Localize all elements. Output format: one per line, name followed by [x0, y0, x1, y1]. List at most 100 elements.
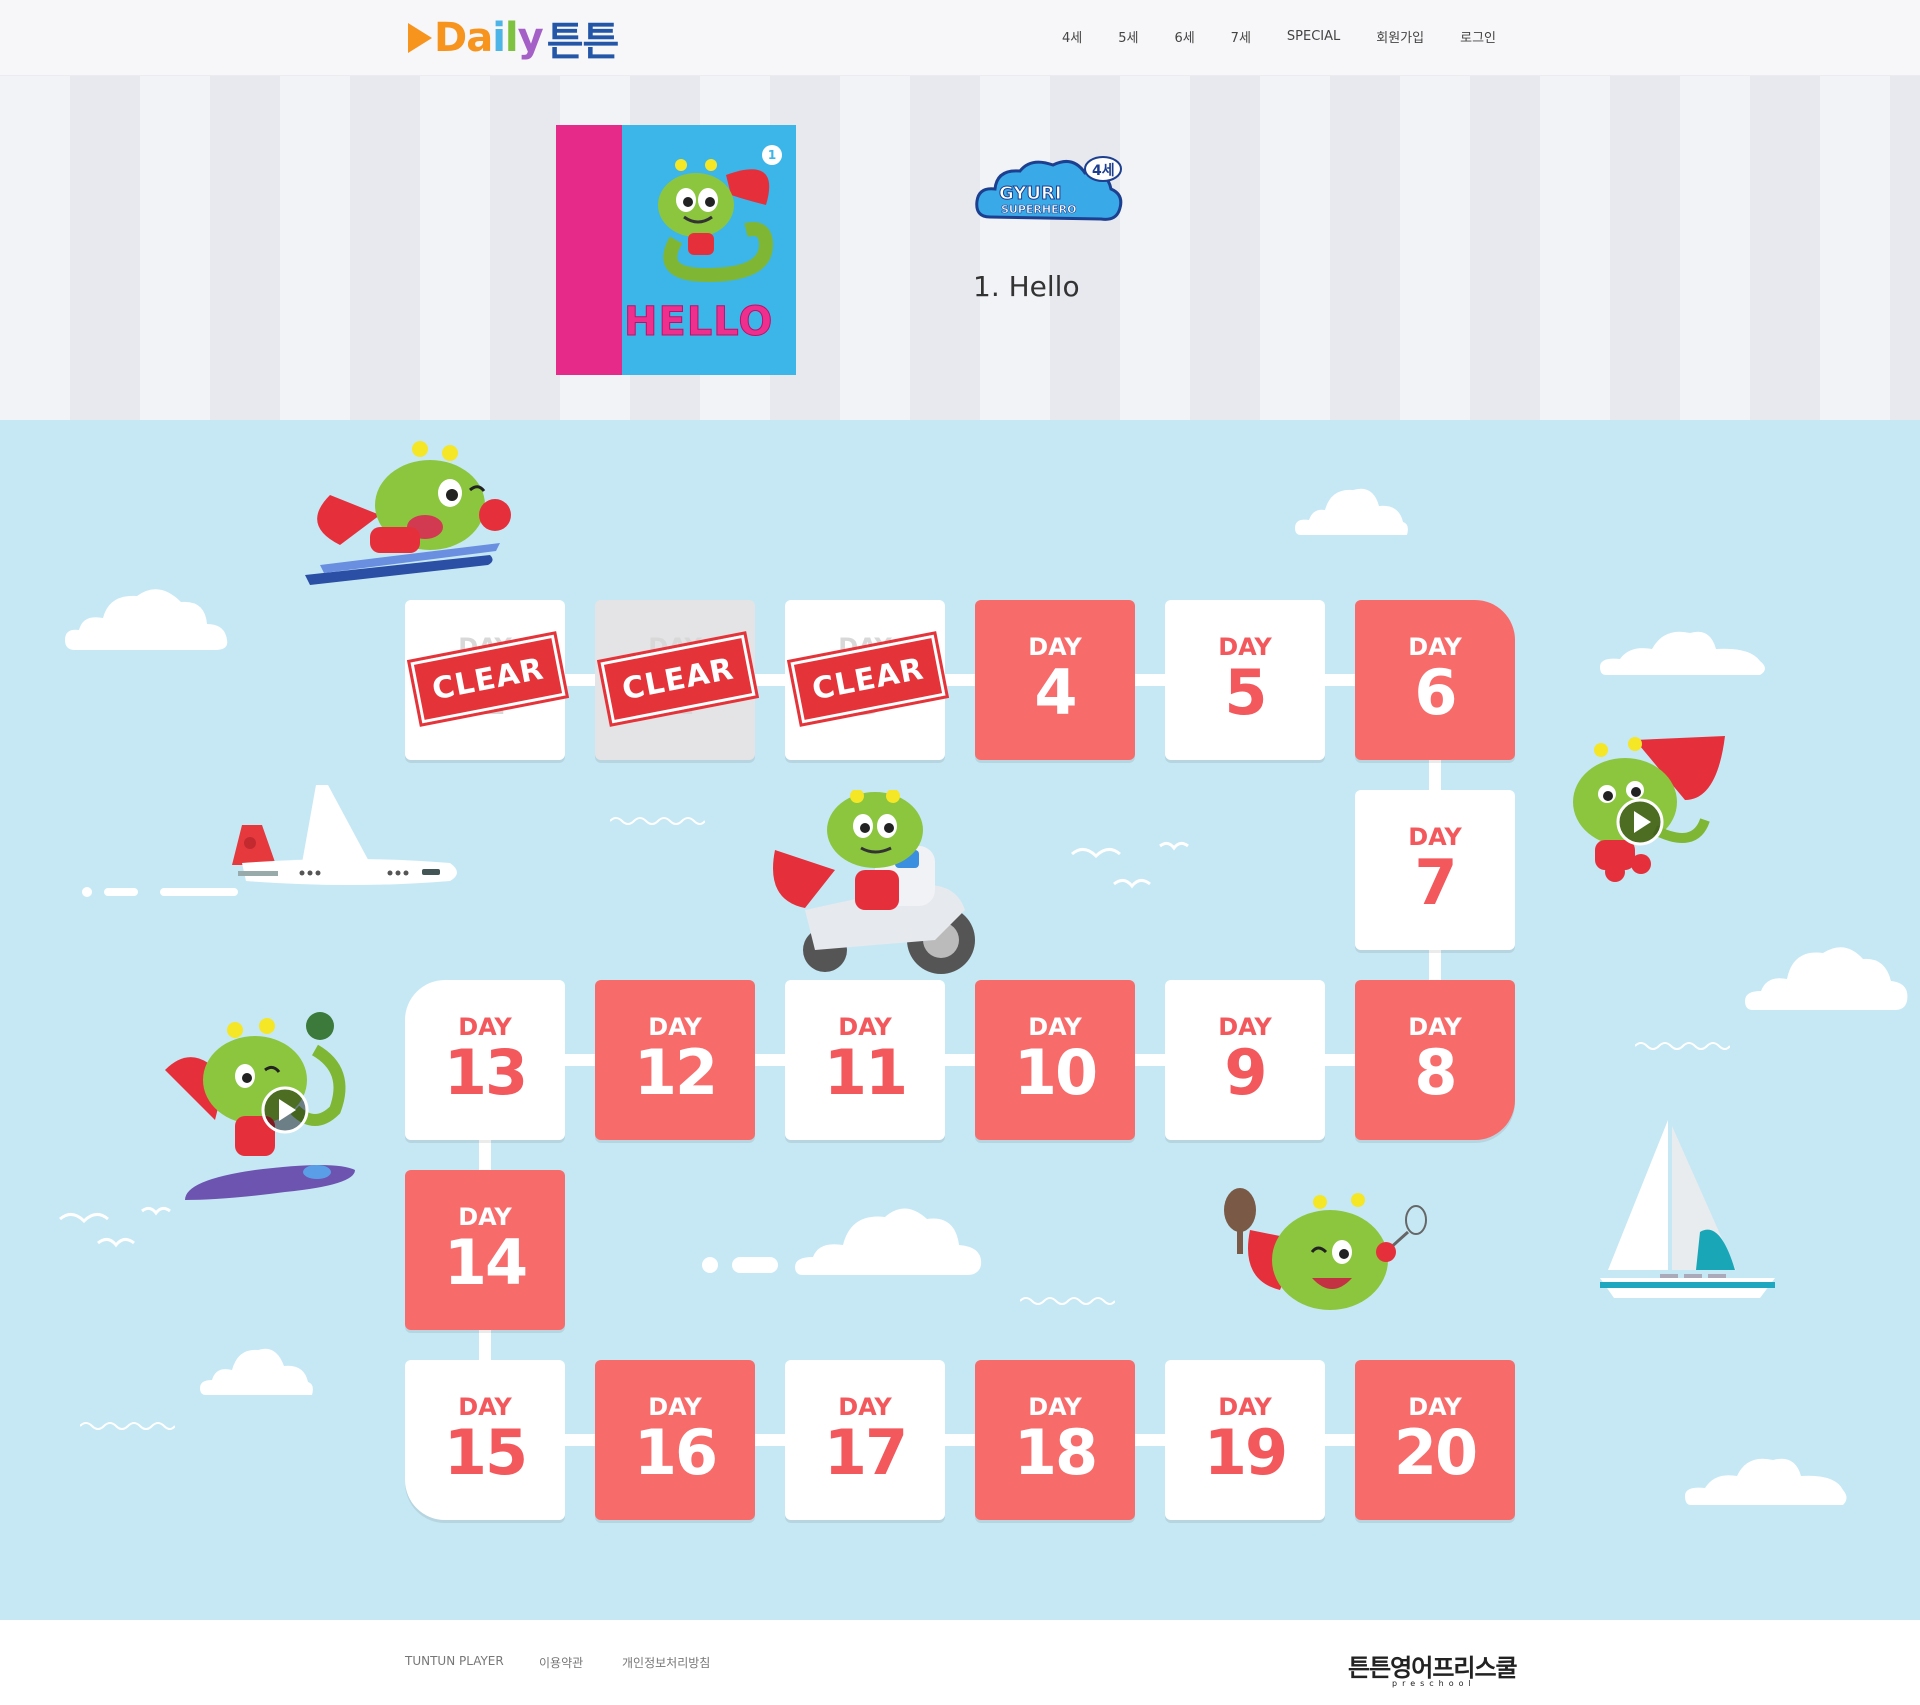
svg-text:SUPERHERO: SUPERHERO: [1001, 203, 1076, 216]
day-number: 12: [633, 1036, 718, 1109]
clear-stamp-label: CLEAR: [429, 651, 547, 707]
day-tile-15[interactable]: DAY 15: [405, 1360, 565, 1520]
day-number: 17: [823, 1416, 908, 1489]
badge-series-name: GYURI: [999, 183, 1062, 204]
site-header: Daily 튼튼 4세 5세 6세 7세 SPECIAL 회원가입 로그인: [0, 0, 1920, 76]
nav-age-6[interactable]: 6세: [1174, 27, 1194, 46]
day-number: 13: [443, 1036, 528, 1109]
day-tile-19[interactable]: DAY 19: [1165, 1360, 1325, 1520]
site-footer: TUNTUN PLAYER 이용약관 개인정보처리방침 튼튼영어프리스쿨 pre…: [0, 1620, 1920, 1705]
day-tile-12[interactable]: DAY 12: [595, 980, 755, 1140]
birds-icon: [1071, 841, 1189, 889]
gyuri-snowboard-character-icon: [305, 441, 511, 585]
cloud-icon: [1295, 488, 1408, 535]
day-number: 4: [1034, 656, 1077, 729]
site-logo[interactable]: Daily 튼튼: [408, 14, 619, 65]
sailboat-icon: [1600, 1120, 1775, 1298]
cover-strip: [556, 125, 622, 375]
day-tile-11[interactable]: DAY 11: [785, 980, 945, 1140]
nav-login[interactable]: 로그인: [1460, 27, 1496, 46]
speed-lines-icon: [702, 1257, 778, 1273]
day-number: 10: [1013, 1036, 1098, 1109]
day-tile-14[interactable]: DAY 14: [405, 1170, 565, 1330]
day-tile-13[interactable]: DAY 13: [405, 980, 565, 1140]
day-number: 15: [443, 1416, 528, 1489]
day-number: 7: [1414, 846, 1457, 919]
book-hero: [0, 76, 1920, 420]
logo-text: Daily: [434, 15, 544, 61]
day-number: 8: [1414, 1036, 1457, 1109]
gyuri-cover-illustration-icon: [658, 159, 774, 283]
day-number: 19: [1203, 1416, 1288, 1489]
wave-icon: [80, 1422, 175, 1430]
cover-number: 1: [762, 145, 782, 165]
day-tile-16[interactable]: DAY 16: [595, 1360, 755, 1520]
day-tile-18[interactable]: DAY 18: [975, 1360, 1135, 1520]
day-number: 11: [823, 1036, 908, 1109]
logo-letter: a: [466, 15, 493, 61]
day-tile-17[interactable]: DAY 17: [785, 1360, 945, 1520]
logo-letter: l: [504, 15, 519, 61]
speed-lines-icon: [82, 887, 238, 897]
gyuri-cooking-character-icon: [1224, 1188, 1427, 1310]
logo-korean: 튼튼: [546, 19, 620, 65]
day-tile-20[interactable]: DAY 20: [1355, 1360, 1515, 1520]
wave-icon: [1635, 1042, 1730, 1050]
day-tile-3[interactable]: DAY3CLEAR: [785, 600, 949, 760]
day-tile-8[interactable]: DAY 8: [1355, 980, 1515, 1140]
cloud-icon: [1600, 631, 1765, 675]
day-number: 14: [443, 1226, 528, 1299]
footer-brand-logo: 튼튼영어프리스쿨 preschool: [1348, 1648, 1518, 1688]
play-button-icon[interactable]: [1615, 797, 1665, 847]
day-tile-4[interactable]: DAY 4: [975, 600, 1135, 760]
footer-brand-name: 튼튼영어프리스쿨: [1348, 1654, 1518, 1682]
wave-icon: [1020, 1297, 1115, 1305]
airplane-icon: [232, 785, 457, 885]
logo-letter: D: [434, 15, 467, 61]
clear-stamp: CLEAR: [597, 630, 759, 728]
day-number: 5: [1224, 656, 1267, 729]
day-tile-1[interactable]: DAY1CLEAR: [405, 600, 569, 760]
nav-age-5[interactable]: 5세: [1118, 27, 1138, 46]
cloud-icon: [200, 1348, 313, 1395]
badge-age: 4세: [1092, 163, 1115, 179]
nav-age-4[interactable]: 4세: [1062, 27, 1082, 46]
footer-link-privacy[interactable]: 개인정보처리방침: [622, 1654, 710, 1671]
day-tile-7[interactable]: DAY 7: [1355, 790, 1515, 950]
cloud-icon: [65, 589, 228, 650]
nav-age-7[interactable]: 7세: [1231, 27, 1251, 46]
play-logo-icon: [408, 23, 432, 53]
clear-stamp-label: CLEAR: [809, 651, 927, 707]
cloud-icon: [1685, 1458, 1847, 1505]
logo-letter: y: [517, 15, 544, 61]
birds-icon: [59, 1206, 171, 1248]
clear-stamp: CLEAR: [787, 630, 949, 728]
main-nav: 4세 5세 6세 7세 SPECIAL 회원가입 로그인: [1026, 0, 1496, 72]
day-tile-10[interactable]: DAY 10: [975, 980, 1135, 1140]
day-tile-2[interactable]: DAY2CLEAR: [595, 600, 759, 760]
nav-special[interactable]: SPECIAL: [1287, 29, 1340, 44]
clear-stamp: CLEAR: [407, 630, 569, 728]
cloud-icon: [1745, 947, 1908, 1010]
footer-link-terms[interactable]: 이용약관: [539, 1654, 583, 1671]
clear-stamp-label: CLEAR: [619, 651, 737, 707]
day-number: 18: [1013, 1416, 1098, 1489]
day-number: 6: [1414, 656, 1457, 729]
day-tile-9[interactable]: DAY 9: [1165, 980, 1325, 1140]
day-tile-6[interactable]: DAY 6: [1355, 600, 1515, 760]
day-number: 20: [1393, 1416, 1478, 1489]
cover-title: HELLO: [623, 299, 774, 346]
footer-link-player[interactable]: TUNTUN PLAYER: [405, 1654, 504, 1668]
wave-icon: [610, 817, 705, 825]
nav-signup[interactable]: 회원가입: [1376, 27, 1424, 46]
book-cover: 1 HELLO: [556, 125, 796, 375]
cloud-icon: [795, 1208, 982, 1275]
day-tile-5[interactable]: DAY 5: [1165, 600, 1325, 760]
gyuri-motorcycle-character-icon: [773, 790, 975, 974]
day-board: DAY1CLEARDAY2CLEARDAY3CLEARDAY4DAY5DAY6 D…: [0, 420, 1920, 1620]
gyuri-series-badge: GYURI SUPERHERO 4세: [975, 156, 1123, 221]
play-button-icon[interactable]: [260, 1085, 310, 1135]
day-number: 9: [1224, 1036, 1267, 1109]
lesson-title: 1. Hello: [973, 270, 1080, 303]
day-number: 16: [633, 1416, 718, 1489]
